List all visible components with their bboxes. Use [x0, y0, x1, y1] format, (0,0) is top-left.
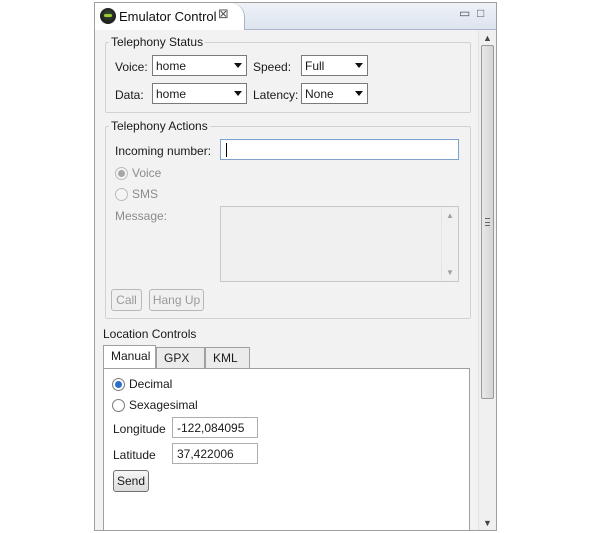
chevron-down-icon — [355, 63, 363, 68]
tab-gpx[interactable]: GPX — [156, 347, 205, 368]
close-icon[interactable]: ⊠ — [218, 6, 229, 22]
location-controls-title: Location Controls — [103, 327, 197, 341]
incoming-number-input[interactable] — [220, 139, 459, 160]
sms-radio[interactable] — [115, 188, 128, 201]
chevron-down-icon — [355, 91, 363, 96]
minimize-icon[interactable]: ▭ — [459, 6, 470, 20]
data-select-value: home — [156, 87, 187, 101]
scroll-down-icon[interactable]: ▼ — [483, 518, 492, 528]
manual-tab-panel: Decimal Sexagesimal Longitude -122,08409… — [103, 368, 470, 530]
speed-label: Speed: — [253, 60, 292, 74]
hang-up-button[interactable]: Hang Up — [149, 289, 204, 311]
scroll-down-icon[interactable]: ▼ — [446, 268, 454, 277]
sexagesimal-radio-label: Sexagesimal — [129, 398, 198, 412]
message-label: Message: — [115, 209, 168, 223]
voice-radio-label: Voice — [132, 166, 162, 180]
tab-kml-label: KML — [213, 351, 238, 365]
chevron-down-icon — [234, 91, 242, 96]
location-tabs: Manual GPX KML Decimal Sexagesimal Longi… — [103, 345, 473, 530]
telephony-status-legend: Telephony Status — [111, 35, 204, 49]
longitude-label: Longitude — [113, 422, 166, 436]
sexagesimal-radio[interactable] — [112, 399, 125, 412]
tab-kml[interactable]: KML — [205, 347, 250, 368]
tab-manual-label: Manual — [111, 349, 151, 363]
send-button[interactable]: Send — [113, 470, 149, 492]
scrollbar-thumb[interactable] — [481, 45, 494, 399]
voice-select[interactable]: home — [152, 55, 247, 76]
decimal-radio-label: Decimal — [129, 377, 173, 391]
telephony-actions-legend: Telephony Actions — [111, 119, 208, 133]
voice-select-value: home — [156, 59, 187, 73]
view-tab-title: Emulator Control — [119, 9, 217, 24]
speed-select-value: Full — [305, 59, 325, 73]
emulator-control-view: Emulator Control ⊠ ▭ □ Telephony Status … — [94, 2, 497, 531]
voice-label: Voice: — [115, 60, 148, 74]
text-caret — [226, 143, 227, 157]
tab-manual[interactable]: Manual — [103, 345, 156, 368]
sms-radio-label: SMS — [132, 187, 159, 201]
view-tab-emulator-control[interactable]: Emulator Control ⊠ — [95, 3, 245, 30]
latitude-label: Latitude — [113, 448, 156, 462]
latency-select[interactable]: None — [301, 83, 368, 104]
view-tab-bar: Emulator Control ⊠ ▭ □ — [95, 3, 496, 30]
scroll-up-icon[interactable]: ▲ — [446, 211, 454, 220]
view-content: Telephony Status Voice: home Speed: Full… — [95, 31, 478, 530]
speed-select[interactable]: Full — [301, 55, 368, 76]
scrollbar-grip-icon — [485, 218, 490, 226]
call-button[interactable]: Call — [111, 289, 142, 311]
data-select[interactable]: home — [152, 83, 247, 104]
vertical-scrollbar[interactable]: ▲ ▼ — [478, 31, 496, 530]
tab-gpx-label: GPX — [164, 351, 190, 365]
voice-radio[interactable] — [115, 167, 128, 180]
android-emulator-icon — [100, 8, 116, 24]
latitude-input[interactable]: 37,422006 — [172, 443, 258, 464]
latency-select-value: None — [305, 87, 334, 101]
message-scrollbar[interactable]: ▲ ▼ — [441, 207, 458, 281]
incoming-number-label: Incoming number: — [115, 144, 212, 158]
longitude-input[interactable]: -122,084095 — [172, 417, 258, 438]
latency-label: Latency: — [253, 88, 299, 102]
maximize-icon[interactable]: □ — [477, 6, 484, 20]
decimal-radio[interactable] — [112, 378, 125, 391]
chevron-down-icon — [234, 63, 242, 68]
data-label: Data: — [115, 88, 144, 102]
message-textarea[interactable]: ▲ ▼ — [220, 206, 459, 282]
scroll-up-icon[interactable]: ▲ — [483, 33, 492, 43]
